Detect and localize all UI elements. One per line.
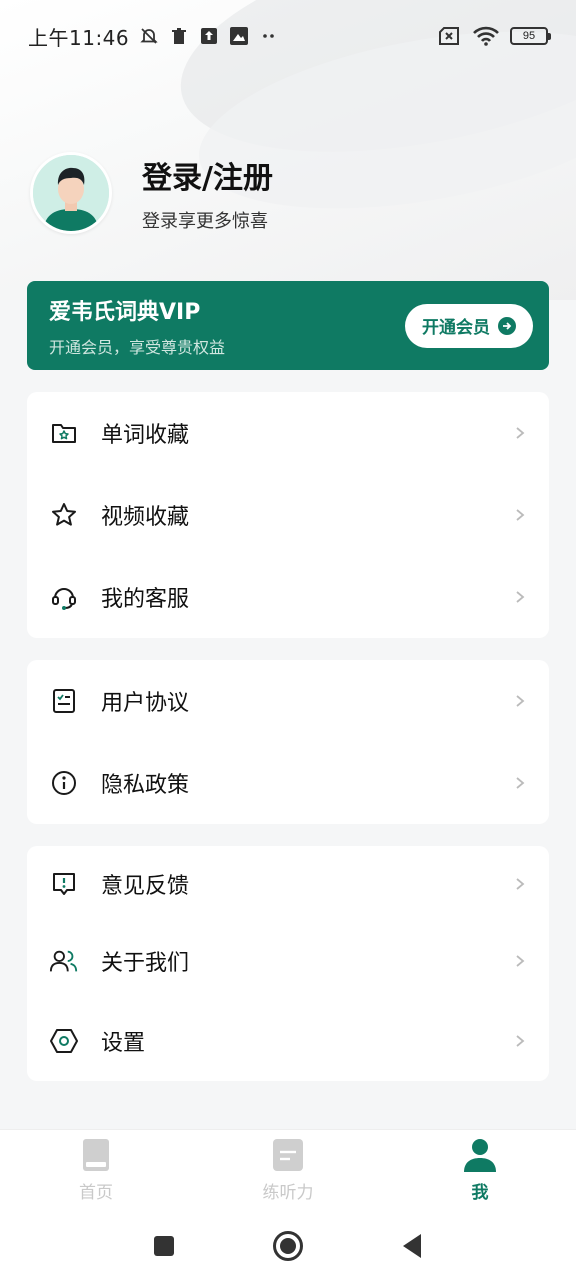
info-icon [49, 768, 79, 798]
tab-me[interactable]: 我 [384, 1130, 576, 1211]
tab-label: 我 [471, 1183, 489, 1203]
menu-item-user-agreement[interactable]: 用户协议 [27, 660, 549, 742]
system-navigation-bar [0, 1211, 576, 1280]
sim-none-icon [438, 26, 462, 46]
recents-square-icon[interactable] [147, 1229, 181, 1263]
folder-star-icon [49, 418, 79, 448]
status-time: 上午11:46 [28, 25, 130, 50]
chevron-right-icon [513, 954, 527, 968]
chevron-right-icon [513, 694, 527, 708]
tab-label: 首页 [79, 1183, 113, 1203]
vip-title: 爱韦氏词典VIP [49, 299, 201, 325]
star-icon [49, 500, 79, 530]
menu-label: 用户协议 [101, 691, 190, 716]
home-circle-icon[interactable] [271, 1229, 305, 1263]
menu-group-legal: 用户协议 隐私政策 [27, 660, 549, 824]
open-membership-button[interactable]: 开通会员 [405, 303, 533, 348]
avatar[interactable] [30, 152, 112, 234]
vip-subtitle: 开通会员，享受尊贵权益 [49, 337, 226, 357]
menu-label: 单词收藏 [101, 423, 190, 448]
menu-item-settings[interactable]: 设置 [27, 1000, 549, 1081]
person-icon [463, 1138, 497, 1172]
chevron-right-icon [513, 877, 527, 891]
feedback-icon [49, 869, 79, 899]
menu-group-collections: 单词收藏 视频收藏 我的客服 [27, 392, 549, 638]
login-subtitle: 登录享更多惊喜 [142, 211, 268, 232]
chevron-right-icon [513, 426, 527, 440]
back-triangle-icon[interactable] [395, 1229, 429, 1263]
menu-item-word-favorites[interactable]: 单词收藏 [27, 392, 549, 474]
headset-icon [49, 582, 79, 612]
menu-label: 隐私政策 [101, 773, 190, 798]
chevron-right-icon [513, 1034, 527, 1048]
document-icon [271, 1138, 305, 1172]
menu-group-more: 意见反馈 关于我们 设置 [27, 846, 549, 1081]
bottom-tab-bar: 首页 练听力 我 [0, 1129, 576, 1211]
status-bar: 上午11:46 95 [0, 0, 576, 72]
trash-icon [169, 26, 189, 46]
tab-listening[interactable]: 练听力 [192, 1130, 384, 1211]
menu-label: 关于我们 [101, 951, 190, 976]
menu-item-privacy-policy[interactable]: 隐私政策 [27, 742, 549, 824]
menu-item-feedback[interactable]: 意见反馈 [27, 846, 549, 922]
settings-hexagon-icon [49, 1026, 79, 1056]
login-register-title[interactable]: 登录/注册 [142, 153, 273, 197]
battery-icon: 95 [510, 27, 551, 45]
menu-label: 视频收藏 [101, 505, 190, 530]
menu-label: 意见反馈 [101, 874, 190, 899]
chevron-right-icon [513, 508, 527, 522]
tab-label: 练听力 [262, 1183, 314, 1203]
checklist-icon [49, 686, 79, 716]
upload-icon [199, 26, 219, 46]
gallery-icon [229, 26, 249, 46]
menu-item-about-us[interactable]: 关于我们 [27, 922, 549, 1000]
chevron-right-icon [513, 590, 527, 604]
menu-label: 设置 [101, 1030, 146, 1056]
login-profile[interactable]: 登录/注册 登录享更多惊喜 [30, 152, 273, 234]
wifi-icon [472, 26, 500, 46]
more-dots-icon [259, 26, 279, 46]
vip-banner[interactable]: 爱韦氏词典VIP 开通会员，享受尊贵权益 开通会员 [27, 281, 549, 370]
menu-label: 我的客服 [101, 587, 190, 612]
arrow-right-circle-icon [498, 316, 516, 335]
tab-home[interactable]: 首页 [0, 1130, 192, 1211]
mute-bell-icon [139, 26, 159, 46]
menu-item-customer-service[interactable]: 我的客服 [27, 556, 549, 638]
open-membership-label: 开通会员 [422, 318, 490, 338]
users-icon [49, 946, 79, 976]
book-icon [79, 1138, 113, 1172]
chevron-right-icon [513, 776, 527, 790]
menu-item-video-favorites[interactable]: 视频收藏 [27, 474, 549, 556]
